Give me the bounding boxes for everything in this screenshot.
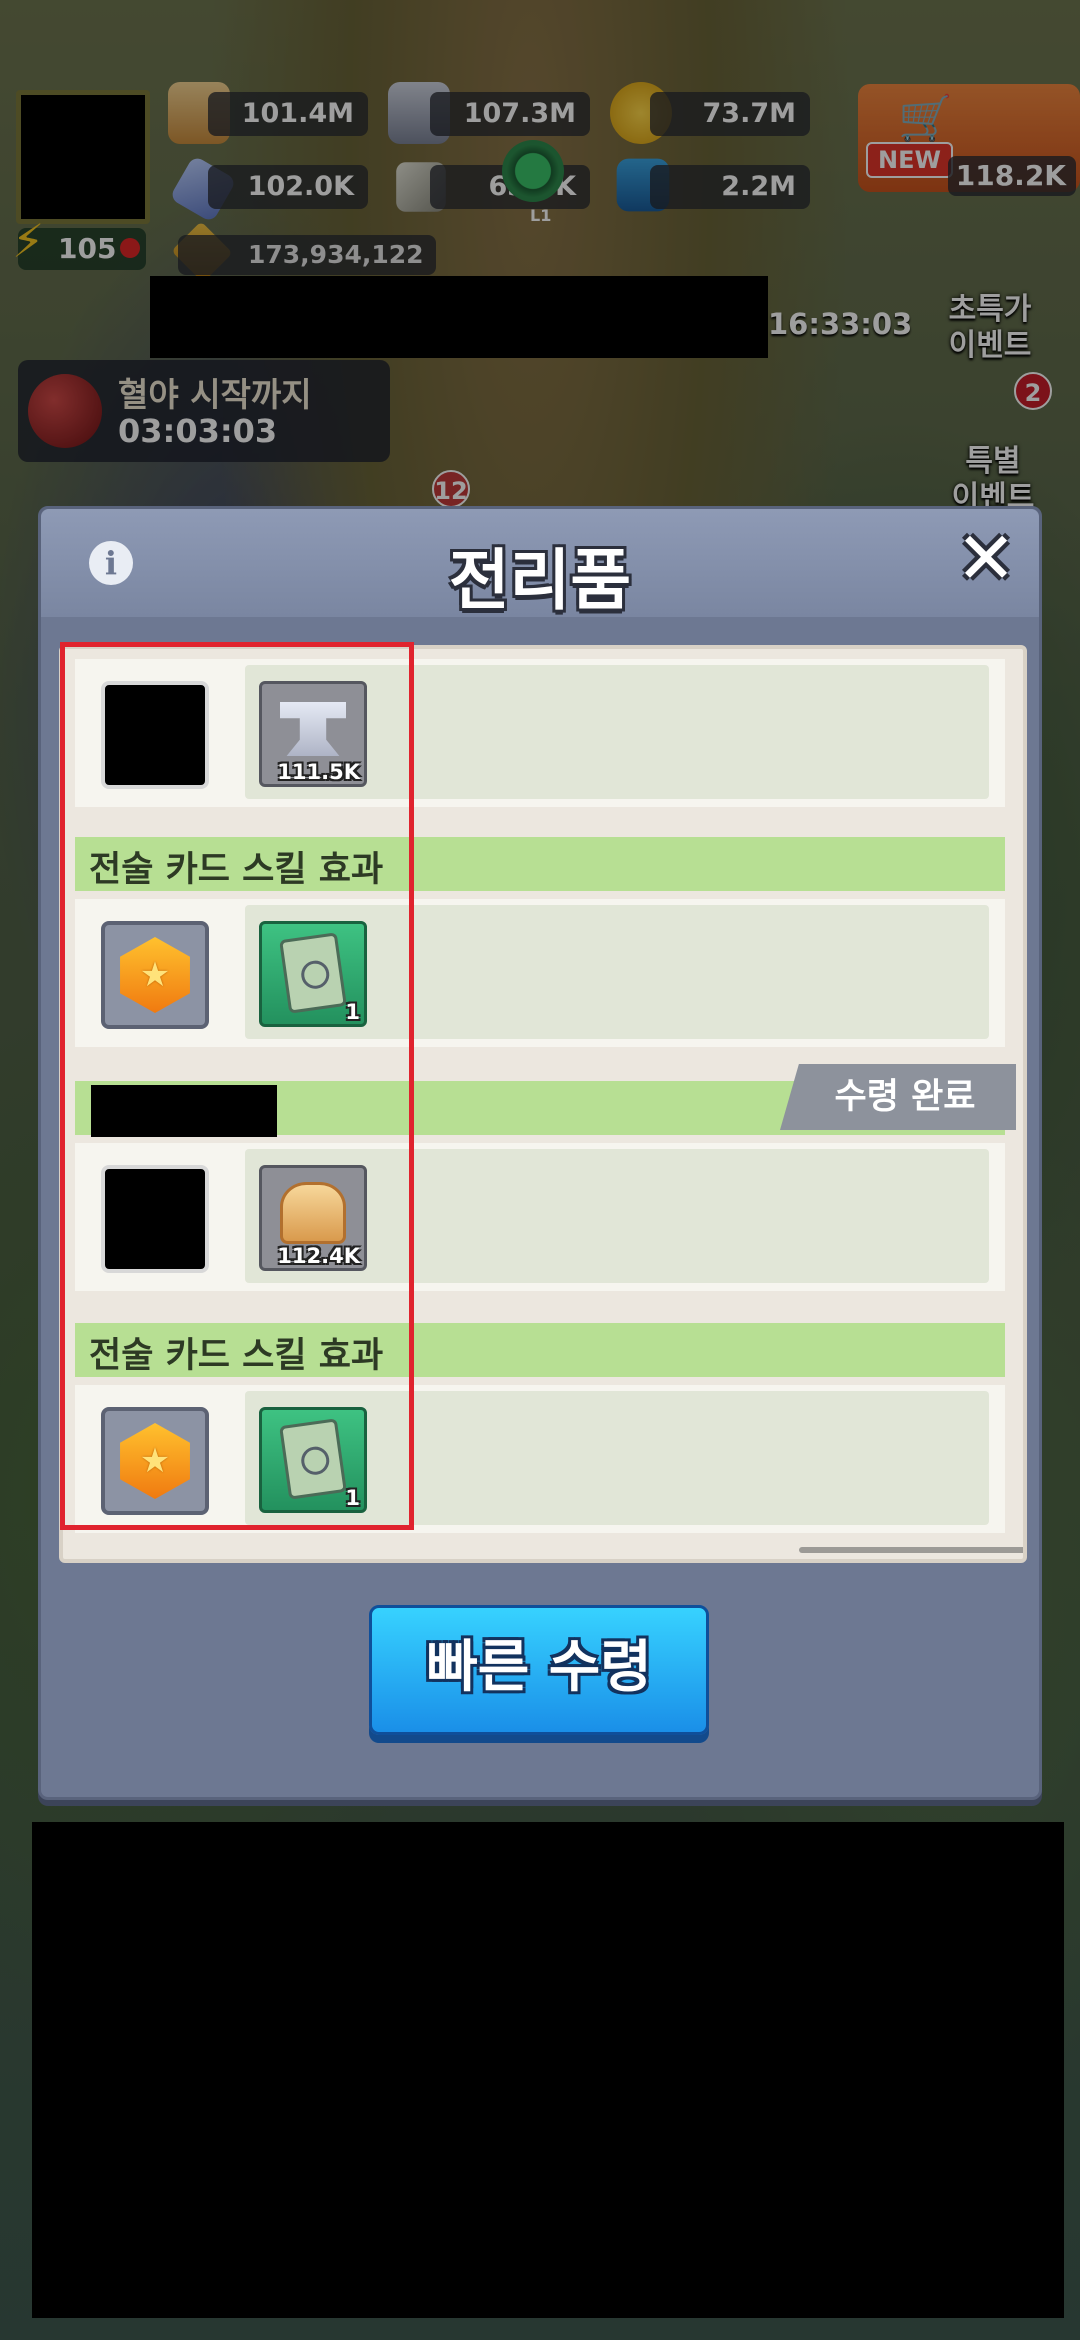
highlight-box: [60, 642, 414, 1530]
scrollbar[interactable]: [799, 1547, 1023, 1553]
modal-header: i 전리품 ✕: [41, 509, 1039, 619]
modal-title: 전리품: [448, 542, 632, 619]
quick-claim-button[interactable]: 빠른 수령: [369, 1605, 709, 1735]
redacted-area: [32, 1822, 1064, 2318]
claimed-tag: 수령 완료: [780, 1064, 1016, 1130]
close-icon[interactable]: ✕: [951, 522, 1021, 594]
